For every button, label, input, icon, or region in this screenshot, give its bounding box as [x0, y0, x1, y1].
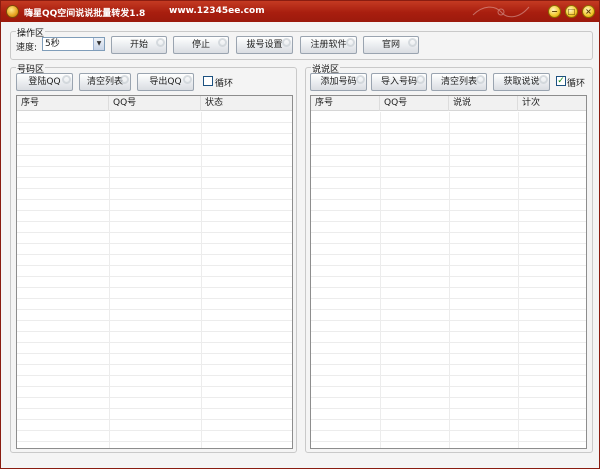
- button-swirl-icon: [218, 38, 227, 47]
- numbers-clear-button[interactable]: 清空列表: [79, 73, 131, 91]
- numbers-loop-label: 循环: [215, 79, 234, 89]
- website-button[interactable]: 官网: [363, 36, 419, 54]
- app-window: 嗨星QQ空间说说批量转发1.8 www.12345ee.com − □ × 操作…: [0, 0, 600, 469]
- add-number-button[interactable]: 添加号码: [310, 73, 367, 91]
- export-qq-button[interactable]: 导出QQ: [137, 73, 194, 91]
- button-swirl-icon: [183, 75, 192, 84]
- button-swirl-icon: [346, 38, 355, 47]
- column-divider: [449, 112, 450, 448]
- speed-select[interactable]: 5秒 ▼: [42, 37, 105, 51]
- chevron-down-icon[interactable]: ▼: [93, 38, 104, 50]
- column-header-index[interactable]: 序号: [311, 96, 380, 111]
- minimize-icon[interactable]: −: [548, 5, 561, 18]
- speed-select-value: 5秒: [45, 39, 60, 49]
- column-header-status[interactable]: 状态: [201, 96, 292, 111]
- column-divider: [518, 112, 519, 448]
- shuoshuo-list-header: 序号 QQ号 说说 计次: [311, 96, 586, 111]
- button-swirl-icon: [476, 75, 485, 84]
- column-header-qq[interactable]: QQ号: [380, 96, 449, 111]
- maximize-icon[interactable]: □: [565, 5, 578, 18]
- app-logo-icon: [6, 5, 19, 18]
- button-swirl-icon: [408, 38, 417, 47]
- button-swirl-icon: [539, 75, 548, 84]
- button-swirl-icon: [356, 75, 365, 84]
- operation-group-label: 操作区: [16, 26, 46, 39]
- import-number-button-label: 导入号码: [380, 77, 417, 87]
- numbers-list-header: 序号 QQ号 状态: [17, 96, 292, 111]
- numbers-list[interactable]: 序号 QQ号 状态: [16, 95, 293, 449]
- login-qq-button[interactable]: 登陆QQ: [16, 73, 73, 91]
- export-qq-button-label: 导出QQ: [149, 77, 182, 87]
- shuoshuo-clear-button-label: 清空列表: [440, 77, 477, 87]
- dial-settings-button-label: 拔号设置: [246, 40, 283, 50]
- shuoshuo-loop-checkbox[interactable]: ✓: [556, 76, 566, 86]
- numbers-list-body: [17, 112, 292, 448]
- window-title: 嗨星QQ空间说说批量转发1.8: [24, 9, 146, 19]
- column-divider: [201, 112, 202, 448]
- column-header-count[interactable]: 计次: [518, 96, 586, 111]
- column-header-shuoshuo[interactable]: 说说: [449, 96, 518, 111]
- title-swirl-decoration: [472, 6, 530, 18]
- close-icon[interactable]: ×: [582, 5, 595, 18]
- column-header-qq[interactable]: QQ号: [109, 96, 201, 111]
- column-divider: [380, 112, 381, 448]
- shuoshuo-loop-label: 循环: [567, 79, 586, 89]
- fetch-shuoshuo-button-label: 获取说说: [503, 77, 540, 87]
- numbers-clear-button-label: 清空列表: [86, 77, 123, 87]
- button-swirl-icon: [282, 38, 291, 47]
- title-bar[interactable]: 嗨星QQ空间说说批量转发1.8 www.12345ee.com − □ ×: [1, 1, 599, 22]
- button-swirl-icon: [156, 38, 165, 47]
- speed-label: 速度:: [16, 43, 38, 53]
- dial-settings-button[interactable]: 拔号设置: [236, 36, 293, 54]
- fetch-shuoshuo-button[interactable]: 获取说说: [493, 73, 550, 91]
- shuoshuo-list[interactable]: 序号 QQ号 说说 计次: [310, 95, 587, 449]
- start-button-label: 开始: [129, 40, 148, 50]
- start-button[interactable]: 开始: [111, 36, 167, 54]
- stop-button-label: 停止: [191, 40, 210, 50]
- stop-button[interactable]: 停止: [173, 36, 229, 54]
- button-swirl-icon: [62, 75, 71, 84]
- button-swirl-icon: [120, 75, 129, 84]
- button-swirl-icon: [416, 75, 425, 84]
- import-number-button[interactable]: 导入号码: [371, 73, 427, 91]
- column-header-index[interactable]: 序号: [17, 96, 109, 111]
- shuoshuo-clear-button[interactable]: 清空列表: [431, 73, 487, 91]
- login-qq-button-label: 登陆QQ: [28, 77, 61, 87]
- column-divider: [109, 112, 110, 448]
- register-button-label: 注册软件: [310, 40, 347, 50]
- register-button[interactable]: 注册软件: [300, 36, 357, 54]
- add-number-button-label: 添加号码: [320, 77, 357, 87]
- website-button-label: 官网: [381, 40, 400, 50]
- window-url: www.12345ee.com: [169, 6, 265, 16]
- numbers-loop-checkbox[interactable]: [203, 76, 213, 86]
